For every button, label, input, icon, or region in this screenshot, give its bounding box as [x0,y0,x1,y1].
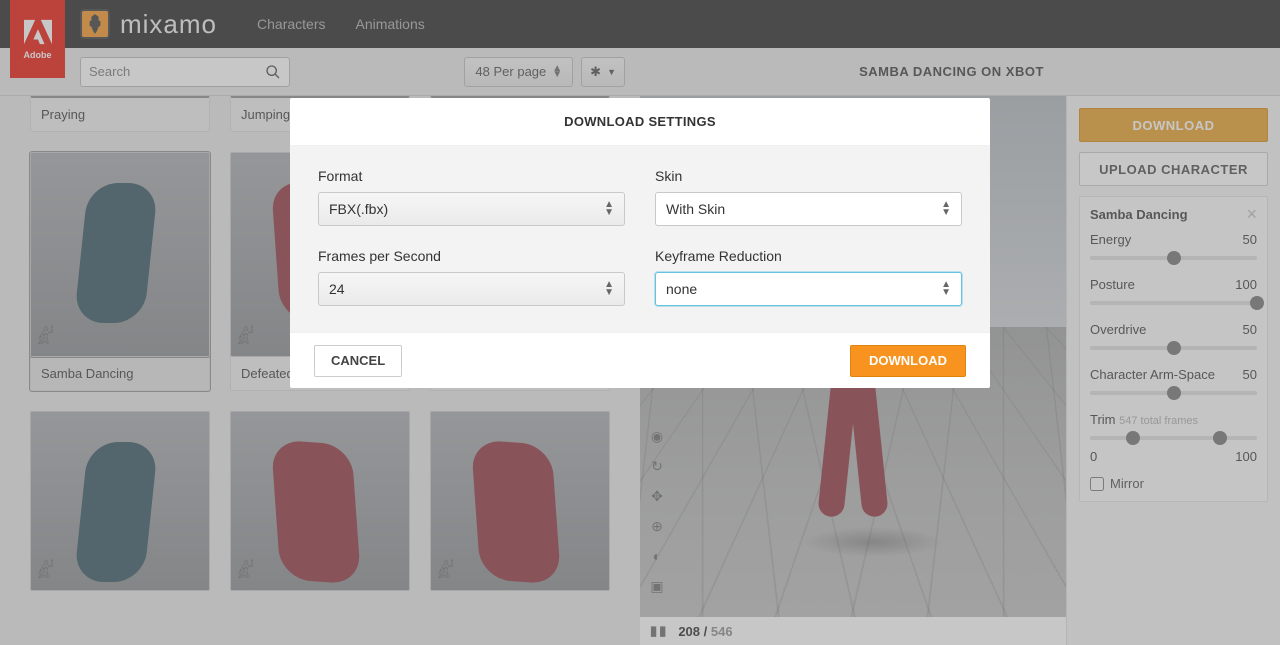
fps-label: Frames per Second [318,248,625,264]
updown-icon: ▲▼ [604,201,614,217]
download-settings-modal: DOWNLOAD SETTINGS Format FBX(.fbx) ▲▼ Sk… [290,98,990,388]
keyframe-reduction-select[interactable]: none ▲▼ [655,272,962,306]
fps-select[interactable]: 24 ▲▼ [318,272,625,306]
skin-label: Skin [655,168,962,184]
updown-icon: ▲▼ [604,281,614,297]
format-select[interactable]: FBX(.fbx) ▲▼ [318,192,625,226]
updown-icon: ▲▼ [941,281,951,297]
updown-icon: ▲▼ [941,201,951,217]
modal-title: DOWNLOAD SETTINGS [290,98,990,146]
format-label: Format [318,168,625,184]
cancel-button[interactable]: CANCEL [314,345,402,377]
keyframe-reduction-label: Keyframe Reduction [655,248,962,264]
skin-select[interactable]: With Skin ▲▼ [655,192,962,226]
download-confirm-button[interactable]: DOWNLOAD [850,345,966,377]
